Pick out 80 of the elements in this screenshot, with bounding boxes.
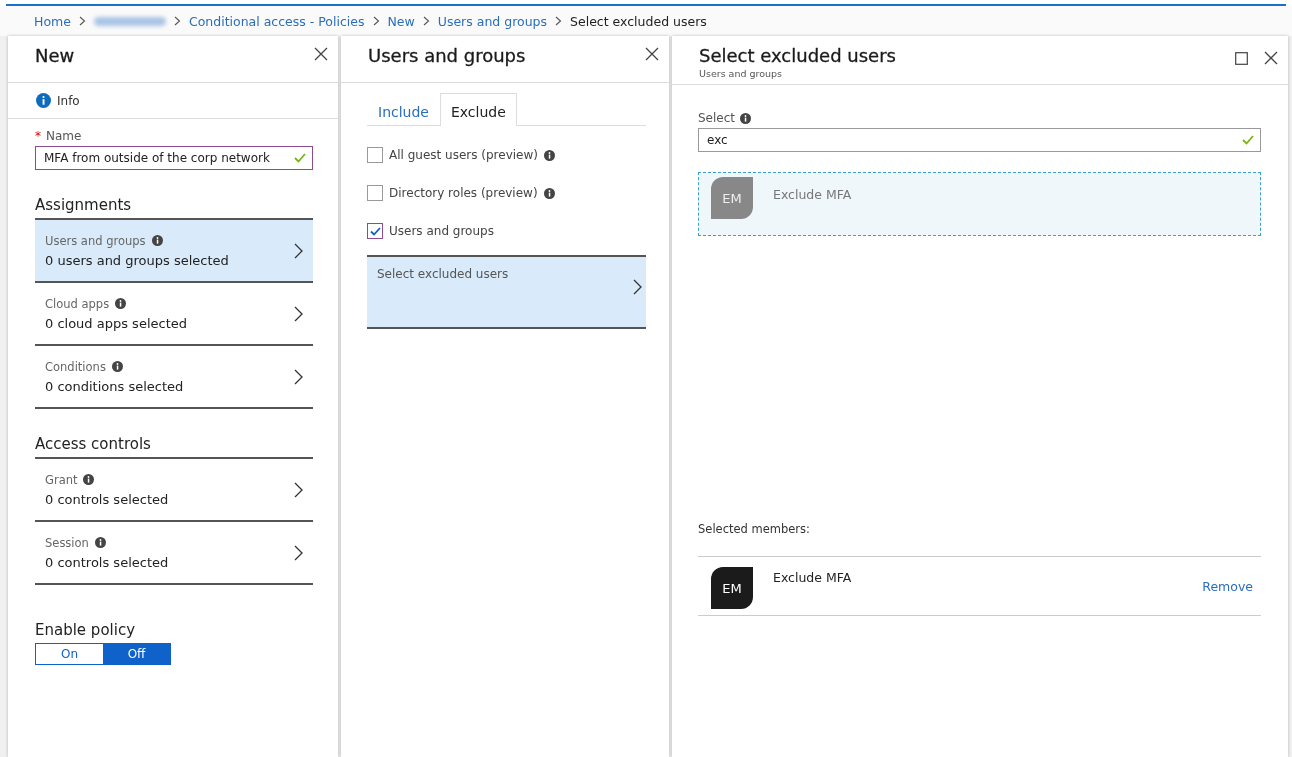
item-summary: 0 cloud apps selected (45, 315, 187, 331)
section-heading: Assignments (35, 196, 133, 214)
item-summary: 0 controls selected (45, 491, 169, 507)
toggle-option[interactable]: Off (103, 644, 170, 664)
checkbox[interactable] (367, 223, 383, 239)
item-title: Conditions (45, 359, 106, 374)
tab[interactable]: Include (367, 95, 440, 126)
blade-title: Users and groups (368, 44, 526, 66)
section-heading: Access controls (35, 435, 152, 453)
item-summary: 0 conditions selected (45, 378, 184, 394)
close-icon (645, 47, 659, 61)
name-field[interactable]: MFA from outside of the corp network (35, 146, 313, 170)
info-icon (36, 93, 51, 108)
breadcrumb-link[interactable]: New (387, 13, 415, 29)
avatar: EM (711, 177, 753, 219)
avatar: EM (711, 567, 753, 609)
breadcrumb-link[interactable]: Home (34, 13, 71, 29)
field-label: Name (46, 129, 82, 143)
info-icon (151, 235, 163, 246)
nav-item[interactable]: Select excluded users (367, 255, 646, 329)
required-asterisk: * (35, 129, 41, 143)
chevron-right-icon (294, 481, 303, 498)
chevron-right-icon (633, 279, 642, 295)
checkbox-label: All guest users (preview) (389, 148, 538, 162)
blade-subtitle: Users and groups (699, 68, 784, 79)
info-icon (94, 537, 106, 548)
checkmark-icon (294, 153, 306, 163)
maximize-icon (1235, 51, 1248, 65)
chevron-right-icon (294, 544, 303, 561)
info-link[interactable]: Info (57, 93, 80, 108)
close-button[interactable] (643, 45, 661, 63)
chevron-right-icon (422, 16, 430, 26)
field-label: Select (698, 111, 736, 125)
breadcrumb-link[interactable]: Conditional access - Policies (188, 13, 365, 29)
nav-item[interactable]: Conditions 0 conditions selected (35, 346, 313, 409)
item-title: Cloud apps (45, 296, 110, 311)
section-heading: Selected members: (698, 522, 811, 536)
checkbox[interactable] (367, 147, 383, 163)
result-item[interactable]: EM Exclude MFA (698, 172, 1261, 236)
remove-link[interactable]: Remove (1202, 579, 1253, 594)
nav-item[interactable]: Users and groups 0 users and groups selected (35, 220, 313, 283)
blade-title: New (35, 44, 75, 66)
chevron-right-icon (294, 305, 303, 322)
nav-item[interactable]: Cloud apps 0 cloud apps selected (35, 283, 313, 346)
chevron-right-icon (78, 16, 86, 26)
maximize-button[interactable] (1233, 49, 1250, 67)
close-icon (1264, 51, 1278, 65)
chevron-right-icon (294, 242, 303, 259)
checkbox-label: Directory roles (preview) (389, 186, 538, 200)
checkbox[interactable] (367, 185, 383, 201)
result-name: Exclude MFA (773, 187, 852, 202)
item-title: Users and groups (45, 233, 146, 248)
info-icon (83, 474, 95, 485)
checkmark-icon (1242, 135, 1254, 145)
item-title: Grant (45, 472, 78, 487)
breadcrumb-link[interactable]: Users and groups (437, 13, 548, 29)
chevron-right-icon (555, 16, 563, 26)
tab[interactable]: Exclude (439, 93, 517, 126)
chevron-right-icon (294, 368, 303, 385)
chevron-right-icon (173, 16, 181, 26)
item-summary: 0 controls selected (45, 554, 169, 570)
blade-title: Select excluded users (699, 44, 896, 66)
breadcrumb-current: Select excluded users (570, 13, 707, 29)
info-icon (111, 361, 123, 372)
checkbox-label: Users and groups (389, 224, 494, 238)
member-name: Exclude MFA (773, 570, 853, 585)
nav-item[interactable]: Grant 0 controls selected (35, 459, 313, 522)
chevron-right-icon (372, 16, 380, 26)
nav-item[interactable]: Session 0 controls selected (35, 522, 313, 585)
checkmark-icon (369, 226, 381, 236)
item-summary: 0 users and groups selected (45, 252, 229, 268)
close-button[interactable] (312, 45, 330, 63)
search-field[interactable]: exc (698, 128, 1261, 152)
item-title: Select excluded users (377, 267, 509, 281)
item-title: Session (45, 535, 89, 550)
info-icon (115, 298, 127, 309)
close-icon (314, 47, 328, 61)
section-heading: Enable policy (35, 621, 137, 639)
info-icon (740, 112, 752, 124)
close-button[interactable] (1262, 49, 1280, 67)
